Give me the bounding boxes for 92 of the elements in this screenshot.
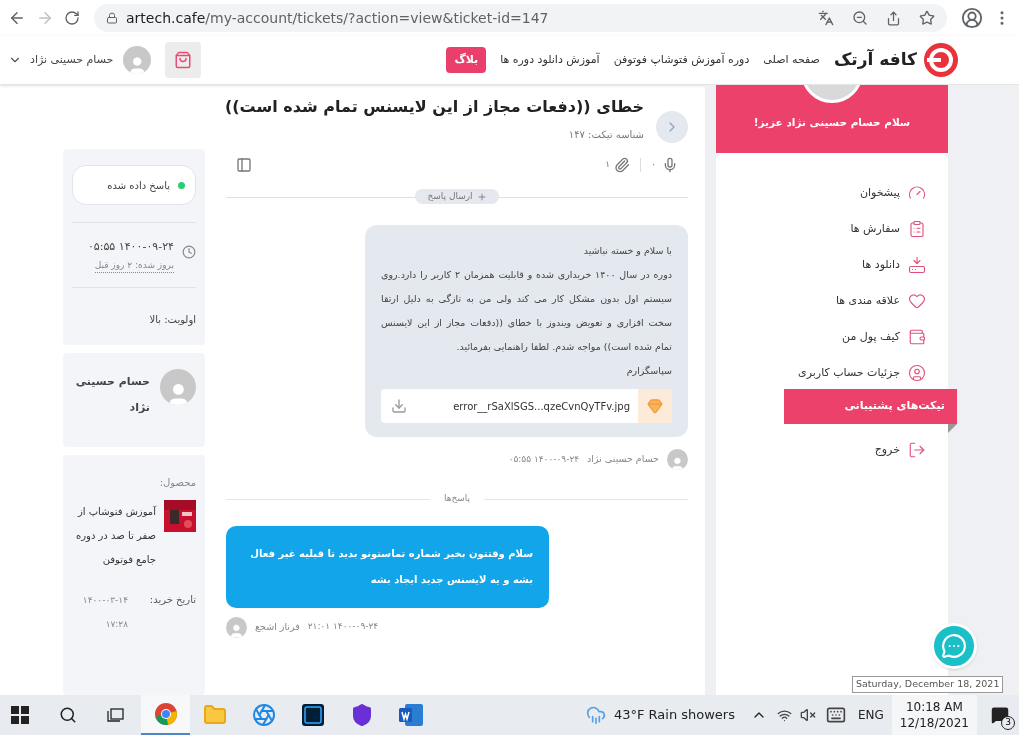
product-name[interactable]: آموزش فتوشاپ از صفر تا صد در دوره جامع فوتوفن bbox=[72, 500, 156, 572]
replies-label: پاسخ‌ها bbox=[429, 492, 485, 506]
translate-icon[interactable] bbox=[818, 10, 834, 26]
back-icon[interactable] bbox=[8, 9, 26, 27]
priority-text: اولویت: بالا bbox=[148, 313, 196, 327]
send-reply-button[interactable]: ارسال پاسخ bbox=[415, 189, 499, 204]
nav-item[interactable]: دانلود ها bbox=[716, 247, 948, 283]
nav-item[interactable]: کیف پول من bbox=[716, 319, 948, 355]
weather-text[interactable]: 43°F Rain showers bbox=[613, 705, 735, 725]
clipboard-icon bbox=[908, 220, 926, 238]
word-icon bbox=[398, 704, 423, 726]
user-icon bbox=[908, 364, 926, 382]
notification-count: 3 bbox=[1001, 716, 1015, 730]
user-avatar bbox=[123, 46, 152, 74]
gauge-icon bbox=[908, 184, 926, 202]
greeting: سلام حسام حسینی نژاد عزیز! bbox=[753, 115, 911, 131]
url-text: artech.cafe/my-account/tickets/?action=view&ticket-id=147 bbox=[126, 8, 550, 28]
task-view-icon[interactable] bbox=[107, 706, 125, 724]
scrollbar[interactable] bbox=[1014, 85, 1019, 695]
aperture-icon bbox=[251, 703, 276, 727]
nav-item[interactable]: جزئیات حساب کاربری bbox=[716, 355, 948, 391]
heart-icon bbox=[908, 292, 926, 310]
ribbon-fold bbox=[948, 424, 957, 433]
voice-count: ۰ bbox=[651, 158, 656, 172]
nav-item[interactable]: تیکت‌های پشتیبانی bbox=[784, 389, 957, 424]
paperclip-icon[interactable] bbox=[614, 157, 631, 173]
user-name[interactable]: حسام حسینی نژاد bbox=[30, 51, 114, 69]
speaker-muted-icon[interactable] bbox=[799, 707, 816, 723]
ticket-title: خطای ((دفعات مجاز از این لایسنس تمام شده است)) bbox=[224, 96, 644, 118]
mic-icon[interactable] bbox=[662, 157, 678, 173]
author-name: فرناز اشجع bbox=[255, 619, 300, 634]
date-tooltip: Saturday, December 18, 2021 bbox=[852, 676, 1004, 693]
reply-text: سلام وقتتون بخیر شماره تماستونو بدید تا قبلیه غیر فعال بشه و یه لایسنس جدید ایجاد بشه bbox=[249, 546, 533, 588]
blog-button[interactable]: بلاگ bbox=[446, 47, 487, 73]
nav-link[interactable]: صفحه اصلی bbox=[763, 51, 820, 69]
nav-item[interactable]: علاقه مندی ها bbox=[716, 283, 948, 319]
message-paragraph: سپاسگزارم bbox=[625, 364, 672, 378]
logo-icon bbox=[923, 42, 959, 78]
reload-icon[interactable] bbox=[64, 10, 80, 26]
author-avatar bbox=[226, 616, 247, 638]
purchase-date: ۱۴۰۰-۰۳-۱۴ ۱۷:۲۸ bbox=[81, 594, 128, 631]
zoom-out-icon[interactable] bbox=[852, 10, 868, 26]
chrome-icon bbox=[153, 702, 178, 726]
author-avatar bbox=[667, 449, 688, 470]
panel-toggle-icon[interactable] bbox=[236, 157, 252, 173]
reply-time: ۱۴۰۰-۰۹-۲۴ ۲۱:۰۱ bbox=[307, 620, 379, 634]
lock-icon bbox=[106, 12, 118, 24]
message-paragraph: دوره در سال ۱۴۰۰ خریداری شده و قابلیت همزمان ۲ کاربر را دارد.روی سیستم اول بدون مشکل کار می کند ولی من به تازگی به دلیل ارتقا سخت افزاری و تعویض ویندوز با خطای ((دفعات مجاز از این لایسنس تمام شده است)) مواجه شدم. لطفا راهنمایی بفرمائید. bbox=[381, 268, 672, 354]
nav-link[interactable]: آموزش دانلود دوره ها bbox=[500, 51, 600, 69]
nav-item[interactable]: خروج bbox=[716, 432, 948, 468]
attachment-count: ۱ bbox=[605, 158, 611, 172]
clock-time: 10:18 AM bbox=[905, 699, 963, 715]
keyboard-icon[interactable] bbox=[825, 705, 846, 725]
nav-item[interactable]: پیشخوان bbox=[716, 175, 948, 211]
clock-date: 12/18/2021 bbox=[899, 715, 969, 731]
download-icon[interactable] bbox=[391, 398, 407, 414]
download-icon bbox=[908, 256, 926, 274]
file-name: error__rSaXlSGS...qzeCvnQyTFv.jpg bbox=[453, 399, 630, 414]
logo-text[interactable]: کافه آرتک bbox=[833, 47, 917, 73]
ps-app-icon bbox=[301, 704, 324, 726]
chat-icon bbox=[941, 633, 967, 659]
nav-link[interactable]: دوره آموزش فتوشاپ فوتوفن bbox=[613, 51, 750, 69]
updated-ago: بروز شده: ۲ روز قبل bbox=[94, 258, 174, 273]
gem-icon bbox=[647, 398, 663, 414]
search-icon[interactable] bbox=[59, 706, 77, 724]
wifi-icon[interactable] bbox=[776, 707, 792, 723]
cart-button[interactable] bbox=[165, 42, 202, 78]
author-name: حسام حسینی نژاد bbox=[587, 452, 659, 467]
product-label: محصول: bbox=[158, 476, 196, 490]
windows-icon[interactable] bbox=[11, 706, 29, 724]
purchase-label: تاریخ خرید: bbox=[149, 593, 196, 608]
address-bar[interactable]: artech.cafe/my-account/tickets/?action=view&ticket-id=147 bbox=[94, 4, 947, 32]
message-time: ۱۴۰۰-۰۹-۲۴ ۰۵:۵۵ bbox=[508, 452, 580, 466]
plus-icon bbox=[476, 191, 487, 202]
updated-time: ۱۴۰۰-۰۹-۲۴ ۰۵:۵۵ bbox=[87, 239, 174, 255]
star-icon[interactable] bbox=[919, 10, 935, 26]
user-name: حسام حسینی نژاد bbox=[74, 374, 150, 416]
language-indicator[interactable]: ENG bbox=[857, 706, 884, 724]
ticket-id: شناسه تیکت: ۱۴۷ bbox=[568, 128, 644, 142]
nav-item[interactable]: سفارش ها bbox=[716, 211, 948, 247]
message-paragraph: با سلام و خسته نباشید bbox=[582, 244, 672, 258]
wallet-icon bbox=[908, 328, 926, 346]
clock[interactable]: 10:18 AM 12/18/2021 bbox=[891, 695, 977, 735]
share-icon[interactable] bbox=[886, 10, 901, 26]
status-text: پاسخ داده شده bbox=[107, 178, 170, 193]
profile-icon[interactable] bbox=[961, 7, 983, 29]
attachment-file[interactable]: error__rSaXlSGS...qzeCvnQyTFv.jpg bbox=[381, 389, 672, 423]
user-avatar bbox=[160, 369, 196, 405]
folder-icon bbox=[202, 703, 227, 727]
bag-icon bbox=[174, 51, 193, 69]
clock-icon bbox=[182, 245, 196, 259]
logout-icon bbox=[908, 441, 926, 459]
